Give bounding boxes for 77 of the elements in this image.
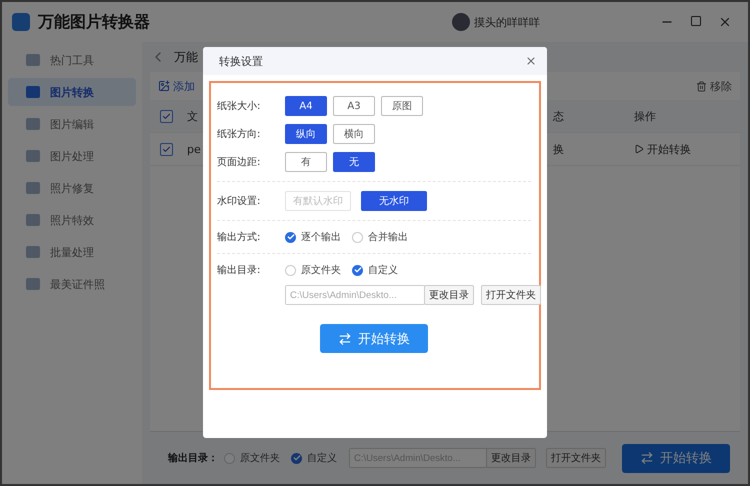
radio-label: 合并输出 bbox=[368, 230, 408, 244]
check-icon bbox=[292, 454, 300, 462]
image-add-icon bbox=[158, 80, 170, 92]
maximize-icon[interactable] bbox=[690, 15, 702, 27]
sidebar-item[interactable]: 图片转换 bbox=[8, 78, 136, 106]
image-icon bbox=[26, 214, 40, 226]
remove-button[interactable]: 移除 bbox=[696, 78, 732, 94]
image-icon bbox=[26, 86, 40, 98]
sidebar-item[interactable]: 照片特效 bbox=[8, 206, 136, 234]
radio-button[interactable] bbox=[291, 452, 302, 464]
app-title: 万能图片转换器 bbox=[38, 12, 150, 32]
play-icon bbox=[634, 144, 644, 154]
table-cell-text: pe bbox=[187, 142, 202, 156]
swap-icon bbox=[338, 332, 352, 346]
dialog-title: 转换设置 bbox=[219, 54, 263, 68]
radio-label: 逐个输出 bbox=[301, 230, 341, 244]
radio-button[interactable] bbox=[352, 264, 363, 276]
check-icon bbox=[354, 266, 362, 274]
setting-label: 页面边距: bbox=[217, 156, 262, 169]
option-button[interactable]: 纵向 bbox=[285, 124, 327, 144]
open-folder-button[interactable]: 打开文件夹 bbox=[546, 448, 606, 468]
radio-label: 原文件夹 bbox=[301, 264, 341, 277]
image-icon bbox=[26, 118, 40, 130]
check-icon bbox=[162, 112, 171, 120]
setting-label: 水印设置: bbox=[217, 194, 262, 208]
image-icon bbox=[26, 246, 40, 258]
radio-button[interactable] bbox=[285, 232, 296, 242]
radio-label: 自定义 bbox=[307, 452, 337, 465]
close-icon[interactable] bbox=[525, 55, 537, 67]
output-label: 输出目录： bbox=[168, 452, 218, 465]
avatar-icon bbox=[452, 13, 470, 31]
trash-icon bbox=[696, 80, 707, 92]
option-button[interactable]: 原图 bbox=[381, 96, 423, 116]
sidebar-item[interactable]: 图片编辑 bbox=[8, 110, 136, 138]
option-button[interactable]: A4 bbox=[285, 96, 327, 116]
sidebar-item[interactable]: 批量处理 bbox=[8, 238, 136, 266]
option-button[interactable]: 无水印 bbox=[361, 191, 427, 211]
change-directory-button[interactable]: 更改目录 bbox=[486, 448, 536, 468]
image-icon bbox=[26, 150, 40, 162]
checkbox[interactable] bbox=[160, 110, 173, 122]
open-folder-button[interactable]: 打开文件夹 bbox=[481, 285, 541, 305]
column-header: 文 bbox=[187, 108, 199, 124]
change-directory-button[interactable]: 更改目录 bbox=[424, 285, 474, 305]
image-icon bbox=[26, 182, 40, 194]
app-logo-icon bbox=[12, 13, 30, 31]
option-button[interactable]: 有默认水印 bbox=[285, 191, 351, 211]
column-header: 操作 bbox=[634, 108, 657, 124]
image-icon bbox=[26, 54, 40, 66]
radio-label: 自定义 bbox=[368, 264, 398, 277]
start-convert-button[interactable]: 开始转换 bbox=[320, 324, 428, 353]
check-icon bbox=[162, 144, 171, 154]
column-header: 态 bbox=[553, 108, 565, 124]
start-convert-button[interactable]: 开始转换 bbox=[622, 444, 730, 472]
sidebar-item[interactable]: 最美证件照 bbox=[8, 270, 136, 298]
image-icon bbox=[26, 278, 40, 290]
option-button[interactable]: 无 bbox=[333, 152, 375, 172]
radio-label: 原文件夹 bbox=[240, 452, 280, 465]
sidebar-item[interactable]: 照片修复 bbox=[8, 174, 136, 202]
add-image-button[interactable]: 添加 bbox=[158, 78, 195, 94]
setting-label: 输出目录: bbox=[217, 264, 262, 277]
start-convert-link[interactable]: 开始转换 bbox=[634, 142, 691, 156]
checkbox[interactable] bbox=[160, 142, 173, 156]
setting-label: 纸张方向: bbox=[217, 128, 262, 141]
table-cell-text: 换 bbox=[553, 142, 565, 156]
option-button[interactable]: A3 bbox=[333, 96, 375, 116]
user-name: 摸头的咩咩咩 bbox=[474, 14, 540, 30]
check-icon bbox=[286, 233, 294, 241]
sidebar-item[interactable]: 图片处理 bbox=[8, 142, 136, 170]
tab[interactable]: 万能 bbox=[174, 48, 198, 66]
option-button[interactable]: 横向 bbox=[333, 124, 375, 144]
path-field[interactable]: C:\Users\Admin\Deskto... bbox=[285, 285, 425, 305]
sidebar-item[interactable]: 热门工具 bbox=[8, 46, 136, 74]
setting-label: 输出方式: bbox=[217, 230, 262, 244]
setting-label: 纸张大小: bbox=[217, 100, 262, 113]
option-button[interactable]: 有 bbox=[285, 152, 327, 172]
close-icon[interactable] bbox=[718, 15, 732, 29]
swap-icon bbox=[640, 451, 654, 465]
